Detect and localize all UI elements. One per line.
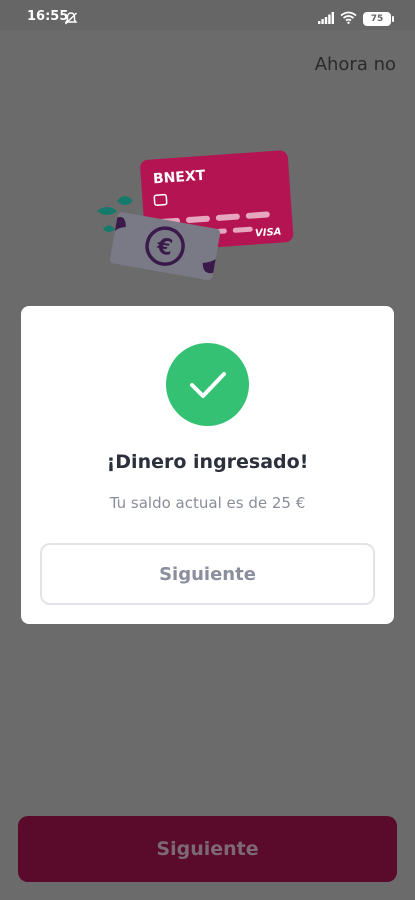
dialog-title: ¡Dinero ingresado!: [106, 451, 309, 473]
card-network: VISA: [255, 227, 282, 240]
battery-icon: 75: [363, 11, 394, 26]
next-button[interactable]: Siguiente: [18, 816, 397, 882]
balance-message: Tu saldo actual es de 25 €: [109, 494, 306, 512]
success-dialog: ¡Dinero ingresado! Tu saldo actual es de…: [21, 306, 394, 624]
dialog-next-button[interactable]: Siguiente: [40, 543, 375, 605]
status-time: 16:55: [27, 9, 69, 24]
card-cash-illustration: BNEXT VISA €: [95, 145, 300, 289]
signal-icon: [318, 9, 334, 28]
status-bar: 16:55 75: [0, 0, 415, 30]
check-icon: [166, 343, 249, 426]
status-icons: 75: [318, 9, 394, 28]
dnd-off-icon: [64, 10, 78, 29]
wifi-icon: [340, 9, 357, 28]
skip-button[interactable]: Ahora no: [315, 54, 396, 75]
